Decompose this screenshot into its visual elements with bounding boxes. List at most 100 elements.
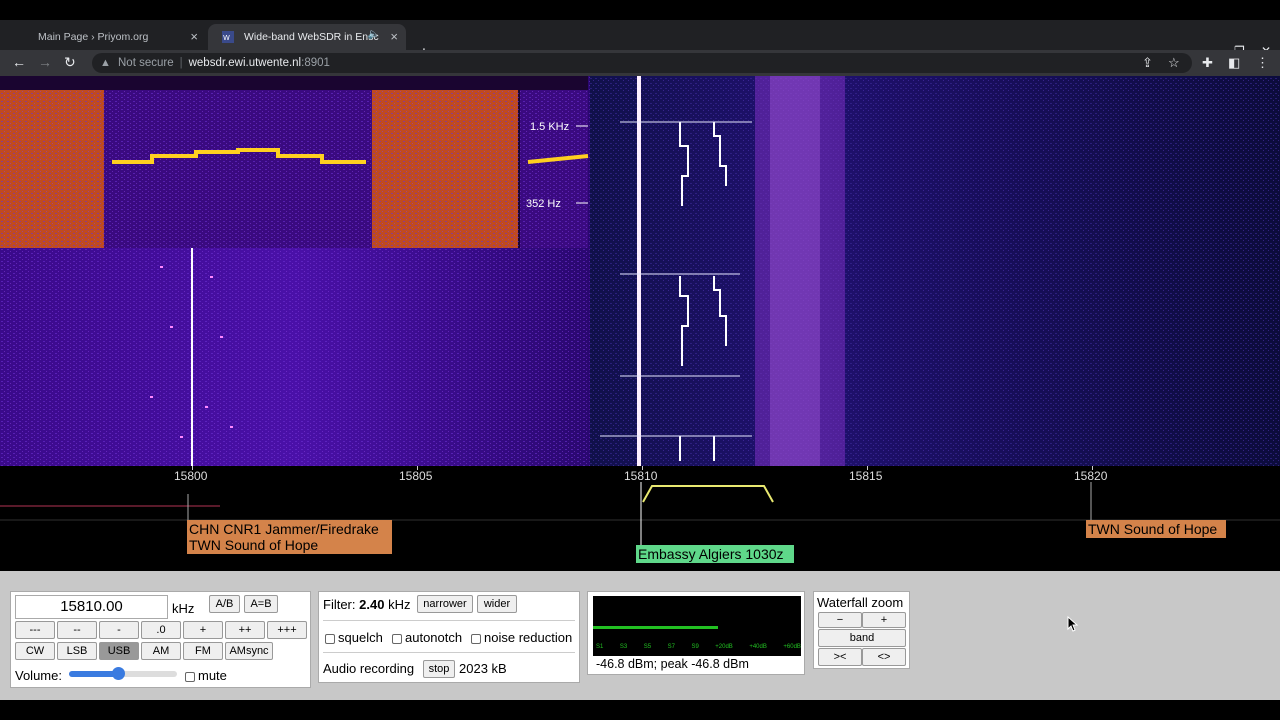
share-icon[interactable]: ⇪ — [1142, 55, 1153, 71]
filter-label: Filter: — [323, 597, 356, 612]
tab-bar: Main Page › Priyom.org × W Wide-band Web… — [0, 20, 1280, 62]
step-up-1-button[interactable]: + — [183, 621, 223, 639]
zoom-wide-button[interactable]: <> — [862, 648, 906, 666]
controls-area: 15810.00 kHz A/B A=B --- -- - .0 + ++ ++… — [0, 571, 1280, 700]
divider — [323, 620, 575, 621]
forward-icon[interactable]: → — [38, 54, 52, 70]
close-tab-icon[interactable]: × — [390, 29, 398, 44]
filter-unit: kHz — [388, 597, 411, 612]
mode-fm-button[interactable]: FM — [183, 642, 223, 660]
tab-priyom[interactable]: Main Page › Priyom.org × — [2, 24, 206, 50]
zoom-in-button[interactable]: + — [862, 612, 906, 628]
smeter-scale-label: S9 — [691, 644, 699, 650]
waterfall-display[interactable]: 1.5 KHz 352 Hz — [0, 76, 1280, 466]
noise-reduction-box[interactable] — [471, 633, 481, 644]
smeter-scale-label: +40dB — [749, 644, 767, 650]
smeter-scale-label: +60dB — [783, 644, 801, 650]
filter-info: Filter: 2.40 kHz — [323, 597, 410, 612]
noise-reduction-checkbox[interactable]: noise reduction — [471, 630, 572, 645]
audio-scale-label-low: 352 Hz — [526, 198, 561, 210]
step-down-3-button[interactable]: --- — [15, 621, 55, 639]
smeter-scale-label: S5 — [643, 644, 652, 650]
autonotch-label: autonotch — [405, 630, 463, 645]
zoom-out-button[interactable]: − — [818, 612, 862, 628]
websdr-favicon-icon: W — [222, 31, 234, 43]
smeter-readout: -46.8 dBm; peak -46.8 dBm — [596, 657, 749, 671]
smeter-scale-label: S1 — [596, 644, 604, 650]
menu-icon[interactable]: ⋮ — [1256, 55, 1269, 71]
mode-usb-button[interactable]: USB — [99, 642, 139, 660]
smeter-scale-label: +20dB — [715, 644, 733, 650]
frequency-input[interactable]: 15810.00 — [15, 595, 168, 619]
a-eq-b-button[interactable]: A=B — [244, 595, 278, 613]
audio-scale-label-high: 1.5 KHz — [530, 121, 569, 133]
squelch-label: squelch — [338, 630, 383, 645]
tuning-panel: 15810.00 kHz A/B A=B --- -- - .0 + ++ ++… — [10, 591, 311, 688]
zoom-title: Waterfall zoom — [817, 595, 904, 610]
station-label-embassy-algiers[interactable]: Embassy Algiers 1030z — [636, 545, 794, 563]
zoom-narrow-button[interactable]: >< — [818, 648, 862, 666]
squelch-checkbox[interactable]: squelch — [325, 630, 383, 645]
screen-bottom-bar — [0, 700, 1280, 720]
volume-fill — [69, 671, 118, 677]
step-down-2-button[interactable]: -- — [57, 621, 97, 639]
mute-label: mute — [198, 668, 227, 683]
step-up-2-button[interactable]: ++ — [225, 621, 265, 639]
smeter-scale-label: S7 — [667, 644, 675, 650]
url-host: websdr.ewi.utwente.nl — [188, 57, 302, 69]
warning-icon[interactable]: ▲ — [100, 57, 111, 69]
step-down-1-button[interactable]: - — [99, 621, 139, 639]
autonotch-box[interactable] — [392, 633, 402, 644]
security-status: Not secure — [118, 57, 174, 69]
round-button[interactable]: .0 — [141, 621, 181, 639]
zoom-panel: Waterfall zoom − + band >< <> — [813, 591, 910, 669]
tab-websdr[interactable]: W Wide-band WebSDR in Ensc 🔈 × — [208, 24, 406, 50]
station-label-line: Embassy Algiers 1030z — [638, 546, 784, 562]
divider — [323, 652, 575, 653]
filter-panel: Filter: 2.40 kHz narrower wider squelch … — [318, 591, 580, 683]
address-separator: | — [179, 57, 183, 69]
narrower-button[interactable]: narrower — [417, 595, 473, 613]
mute-checkbox[interactable]: mute — [185, 668, 227, 683]
volume-slider[interactable] — [69, 667, 177, 680]
smeter-scale: S1 S3 S5 S7 S9 +20dB +40dB +60dB — [596, 644, 801, 650]
address-toolbar: ← → ↻ ▲ Not secure | websdr.ewi.utwente.… — [0, 50, 1280, 76]
mouse-cursor-icon — [1067, 616, 1079, 632]
smeter-panel: S1 S3 S5 S7 S9 +20dB +40dB +60dB -46.8 d… — [587, 591, 805, 675]
star-icon[interactable]: ☆ — [1168, 55, 1180, 71]
mode-lsb-button[interactable]: LSB — [57, 642, 97, 660]
step-up-3-button[interactable]: +++ — [267, 621, 307, 639]
recording-size: 2023 kB — [459, 661, 507, 676]
autonotch-checkbox[interactable]: autonotch — [392, 630, 462, 645]
smeter-display: S1 S3 S5 S7 S9 +20dB +40dB +60dB — [593, 596, 801, 656]
stop-recording-button[interactable]: stop — [423, 660, 455, 678]
station-label-twn-sound-of-hope[interactable]: TWN Sound of Hope — [1086, 520, 1226, 538]
close-tab-icon[interactable]: × — [190, 29, 198, 44]
filter-value: 2.40 — [359, 597, 385, 612]
address-bar[interactable]: ▲ Not secure | websdr.ewi.utwente.nl:890… — [92, 53, 1192, 73]
wider-button[interactable]: wider — [477, 595, 517, 613]
mode-am-button[interactable]: AM — [141, 642, 181, 660]
volume-thumb[interactable] — [111, 667, 125, 680]
sidepanel-icon[interactable]: ◧ — [1228, 55, 1240, 71]
recording-label: Audio recording — [323, 661, 415, 676]
mute-box[interactable] — [185, 671, 195, 682]
squelch-box[interactable] — [325, 633, 335, 644]
frequency-unit: kHz — [172, 601, 195, 616]
speaker-icon[interactable]: 🔈 — [368, 29, 380, 40]
station-label-line: CHN CNR1 Jammer/Firedrake — [189, 521, 379, 537]
smeter-scale-label: S3 — [619, 644, 628, 650]
station-label-chn-cnr1[interactable]: CHN CNR1 Jammer/Firedrake TWN Sound of H… — [187, 520, 392, 554]
extensions-icon[interactable]: ✚ — [1202, 55, 1213, 71]
svg-text:W: W — [223, 34, 230, 42]
noise-reduction-label: noise reduction — [484, 630, 573, 645]
station-label-line: TWN Sound of Hope — [1088, 521, 1218, 537]
mode-amsync-button[interactable]: AMsync — [225, 642, 273, 660]
zoom-band-button[interactable]: band — [818, 629, 906, 647]
back-icon[interactable]: ← — [12, 54, 26, 70]
frequency-scale[interactable]: 15800 15805 15810 15815 15820 CHN CNR1 J… — [0, 466, 1280, 571]
reload-icon[interactable]: ↻ — [64, 54, 76, 71]
ab-button[interactable]: A/B — [209, 595, 240, 613]
smeter-bar — [593, 626, 718, 629]
mode-cw-button[interactable]: CW — [15, 642, 55, 660]
